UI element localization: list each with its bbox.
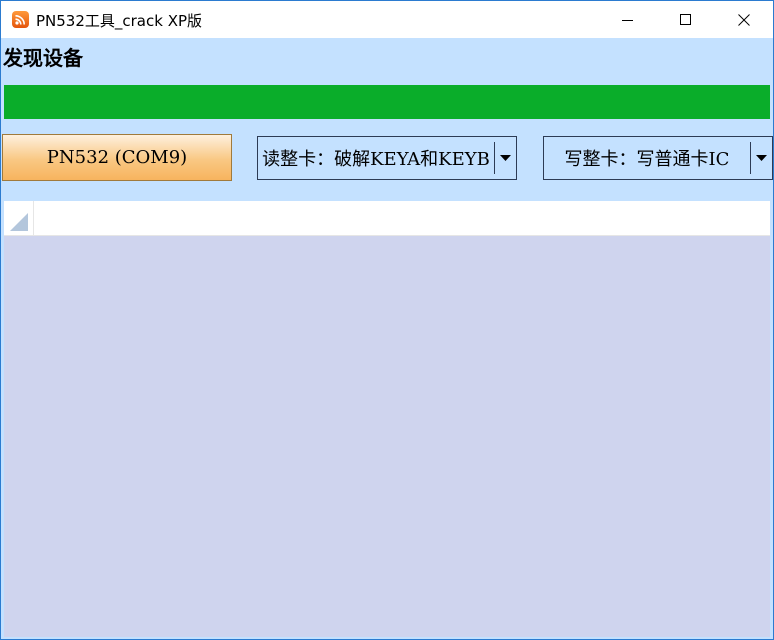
select-all-corner-icon [10,213,28,231]
chevron-down-icon [756,155,767,161]
maximize-icon [680,14,691,25]
data-grid[interactable] [4,201,770,637]
select-all-cell[interactable] [4,201,34,235]
maximize-button[interactable] [657,1,715,38]
status-label: 发现设备 [3,46,83,70]
app-window: PN532工具_crack XP版 发现设备 PN532 (COM9) 读整卡：… [0,0,774,640]
minimize-icon [622,20,633,21]
device-button[interactable]: PN532 (COM9) [2,134,232,181]
read-mode-dropdown-button[interactable] [495,137,516,179]
write-mode-dropdown[interactable]: 写整卡：写普通卡IC [543,136,773,180]
read-mode-dropdown[interactable]: 读整卡：破解KEYA和KEYB [257,136,517,180]
progress-bar [4,85,770,119]
rss-icon [12,11,29,28]
grid-header [4,201,770,236]
close-icon [738,14,750,26]
write-mode-dropdown-button[interactable] [751,137,772,179]
progress-fill [4,85,770,119]
window-title: PN532工具_crack XP版 [36,12,203,30]
read-mode-value: 读整卡：破解KEYA和KEYB [262,149,490,170]
close-button[interactable] [715,1,773,38]
write-mode-value: 写整卡：写普通卡IC [564,149,730,170]
title-bar[interactable]: PN532工具_crack XP版 [1,1,773,38]
minimize-button[interactable] [599,1,657,38]
chevron-down-icon [500,155,511,161]
